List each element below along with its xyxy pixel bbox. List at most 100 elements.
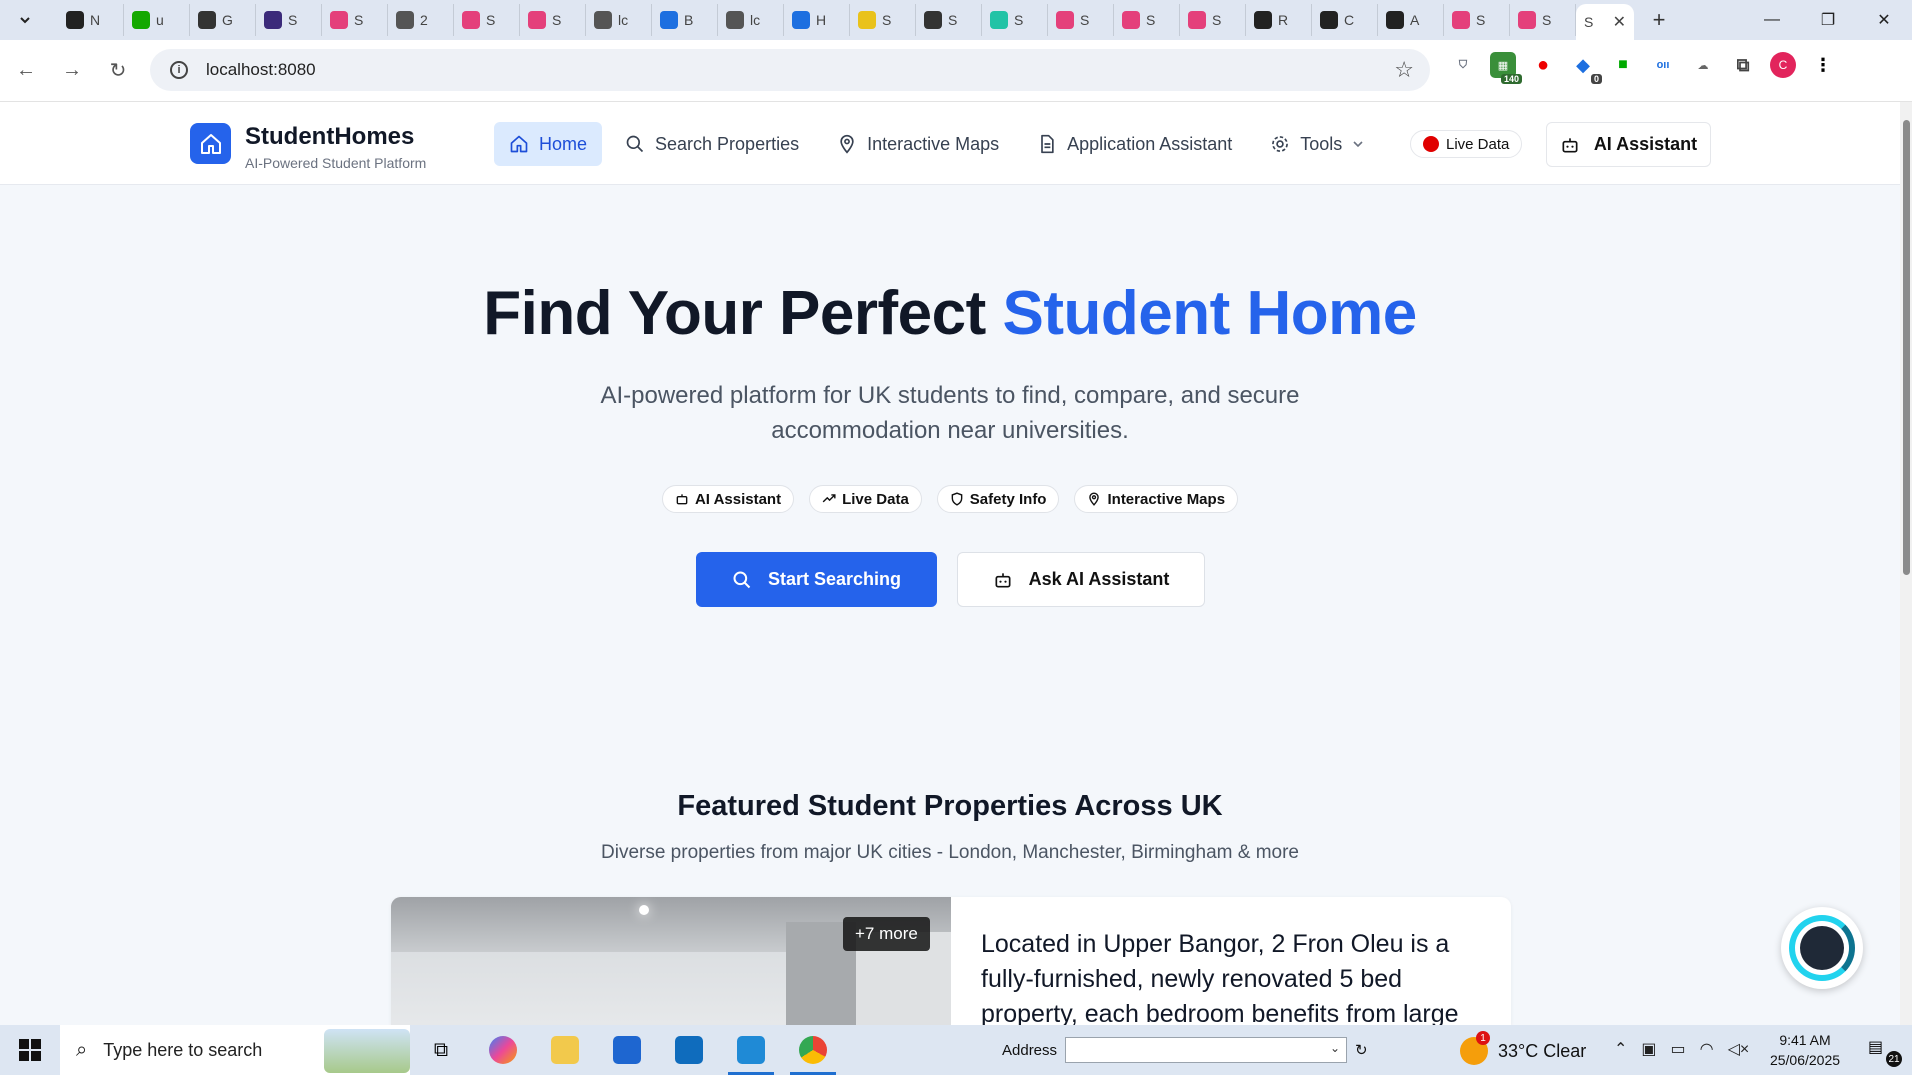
nav-home[interactable]: Home: [494, 122, 603, 166]
minimize-button[interactable]: —: [1744, 0, 1800, 40]
globe-icon: [396, 11, 414, 29]
battery-icon[interactable]: ▭: [1671, 1039, 1686, 1059]
system-clock[interactable]: 9:41 AM 25/06/2025: [1760, 1030, 1850, 1070]
lovable-icon: [1188, 11, 1206, 29]
site-info-icon[interactable]: i: [170, 61, 188, 79]
github-icon: [66, 11, 84, 29]
new-tab-button[interactable]: +: [1642, 3, 1676, 37]
notification-center[interactable]: ▤ 21: [1868, 1037, 1902, 1067]
meet-icon[interactable]: ▣: [1641, 1039, 1656, 1059]
browser-tab[interactable]: S: [322, 4, 388, 36]
ai-assistant-button[interactable]: AI Assistant: [1546, 122, 1711, 167]
cloud-extension-icon[interactable]: ☁: [1690, 52, 1716, 78]
chip-safety-info: Safety Info: [936, 485, 1060, 513]
nav-label: Interactive Maps: [867, 133, 1000, 154]
reload-button[interactable]: ↻: [98, 51, 138, 91]
forward-button[interactable]: →: [52, 51, 92, 91]
refresh-icon[interactable]: ↻: [1355, 1041, 1368, 1059]
chat-widget-button[interactable]: [1781, 907, 1863, 989]
browser-tab[interactable]: S: [850, 4, 916, 36]
nav-tools[interactable]: Tools: [1255, 122, 1379, 166]
scrollbar-thumb[interactable]: [1903, 120, 1910, 575]
blue-extension-icon[interactable]: ◆ 0: [1570, 52, 1602, 84]
browser-tab[interactable]: S: [1510, 4, 1576, 36]
active-tab[interactable]: S ✕: [1576, 4, 1634, 40]
close-tab-icon[interactable]: ✕: [1613, 12, 1626, 32]
ask-ai-assistant-button[interactable]: Ask AI Assistant: [957, 552, 1205, 607]
browser-tab[interactable]: S: [982, 4, 1048, 36]
vscode-app[interactable]: [720, 1025, 782, 1075]
chevron-down-icon[interactable]: ⌄: [1330, 1041, 1340, 1055]
browser-tab[interactable]: S: [1114, 4, 1180, 36]
browser-tab-label: 2: [420, 12, 428, 28]
weather-widget[interactable]: 1 33°C Clear: [1460, 1031, 1586, 1065]
browser-tab-label: S: [1476, 12, 1486, 28]
chrome-app[interactable]: [782, 1025, 844, 1075]
browser-tab[interactable]: N: [58, 4, 124, 36]
wifi-icon[interactable]: ◠: [1700, 1039, 1714, 1059]
copilot-app[interactable]: [472, 1025, 534, 1075]
volume-icon[interactable]: ◁×: [1728, 1039, 1750, 1059]
bookmark-star-icon[interactable]: ☆: [1394, 57, 1414, 83]
menu-kebab-icon[interactable]: ⋮: [1810, 52, 1836, 78]
green-extension-icon[interactable]: ▦ 140: [1490, 52, 1522, 84]
property-photo[interactable]: +7 more: [391, 897, 951, 1025]
chevron-up-icon[interactable]: ⌃: [1614, 1039, 1627, 1059]
browser-tab[interactable]: B: [652, 4, 718, 36]
chip-live-data: Live Data: [809, 485, 922, 513]
nav-interactive-maps[interactable]: Interactive Maps: [822, 122, 1014, 166]
browser-tab[interactable]: lc: [718, 4, 784, 36]
live-data-badge[interactable]: Live Data: [1410, 130, 1523, 158]
app-icon: [1254, 11, 1272, 29]
tab-search-dropdown[interactable]: [8, 3, 42, 37]
file-explorer-app[interactable]: [534, 1025, 596, 1075]
back-button[interactable]: ←: [6, 51, 46, 91]
clock-date: 25/06/2025: [1769, 1052, 1841, 1068]
browser-tab[interactable]: S: [1048, 4, 1114, 36]
browser-tab[interactable]: S: [1180, 4, 1246, 36]
nav-application-assistant[interactable]: Application Assistant: [1022, 122, 1247, 166]
puzzle-extensions-icon[interactable]: ⧉: [1730, 52, 1756, 78]
shield-icon: [951, 492, 963, 506]
browser-tab[interactable]: 2: [388, 4, 454, 36]
profile-avatar[interactable]: C: [1770, 52, 1796, 78]
browser-tab[interactable]: H: [784, 4, 850, 36]
lovable-icon: [528, 11, 546, 29]
chat-extension-icon[interactable]: ■: [1610, 52, 1636, 78]
task-view-button[interactable]: ⧉: [410, 1025, 472, 1075]
browser-tab[interactable]: S: [916, 4, 982, 36]
info-icon: [660, 11, 678, 29]
browser-tab-label: R: [1278, 12, 1289, 28]
browser-tab[interactable]: u: [124, 4, 190, 36]
browser-tab[interactable]: C: [1312, 4, 1378, 36]
page-scrollbar[interactable]: [1900, 102, 1912, 1025]
nav-label: Tools: [1300, 133, 1343, 154]
browser-tab[interactable]: S: [520, 4, 586, 36]
address-bar[interactable]: i localhost:8080 ☆: [150, 49, 1430, 91]
map-pin-icon: [1089, 492, 1100, 506]
browser-tab[interactable]: lc: [586, 4, 652, 36]
opera-extension-icon[interactable]: ●: [1530, 52, 1556, 78]
store-app[interactable]: [596, 1025, 658, 1075]
address-input[interactable]: ⌄: [1065, 1037, 1348, 1063]
restore-button[interactable]: ❐: [1800, 0, 1856, 40]
browser-tab[interactable]: G: [190, 4, 256, 36]
shield-extension-icon[interactable]: ⛉: [1450, 52, 1476, 78]
start-button[interactable]: [0, 1025, 60, 1075]
more-photos-badge[interactable]: +7 more: [843, 917, 930, 951]
start-searching-button[interactable]: Start Searching: [696, 552, 937, 607]
chip-label: AI Assistant: [694, 490, 782, 508]
property-card[interactable]: +7 more Located in Upper Bangor, 2 Fron …: [391, 897, 1511, 1025]
outlook-app[interactable]: [658, 1025, 720, 1075]
browser-tab[interactable]: S: [256, 4, 322, 36]
browser-tab[interactable]: A: [1378, 4, 1444, 36]
chip-label: Live Data: [842, 490, 909, 508]
close-window-button[interactable]: ✕: [1856, 0, 1912, 40]
browser-tab[interactable]: S: [454, 4, 520, 36]
nav-search-properties[interactable]: Search Properties: [610, 122, 814, 166]
browser-tab[interactable]: R: [1246, 4, 1312, 36]
taskbar-search[interactable]: ⌕ Type here to search: [60, 1025, 410, 1075]
browser-tab[interactable]: S: [1444, 4, 1510, 36]
logo[interactable]: [190, 123, 231, 164]
dots-extension-icon[interactable]: oıı: [1650, 52, 1676, 78]
